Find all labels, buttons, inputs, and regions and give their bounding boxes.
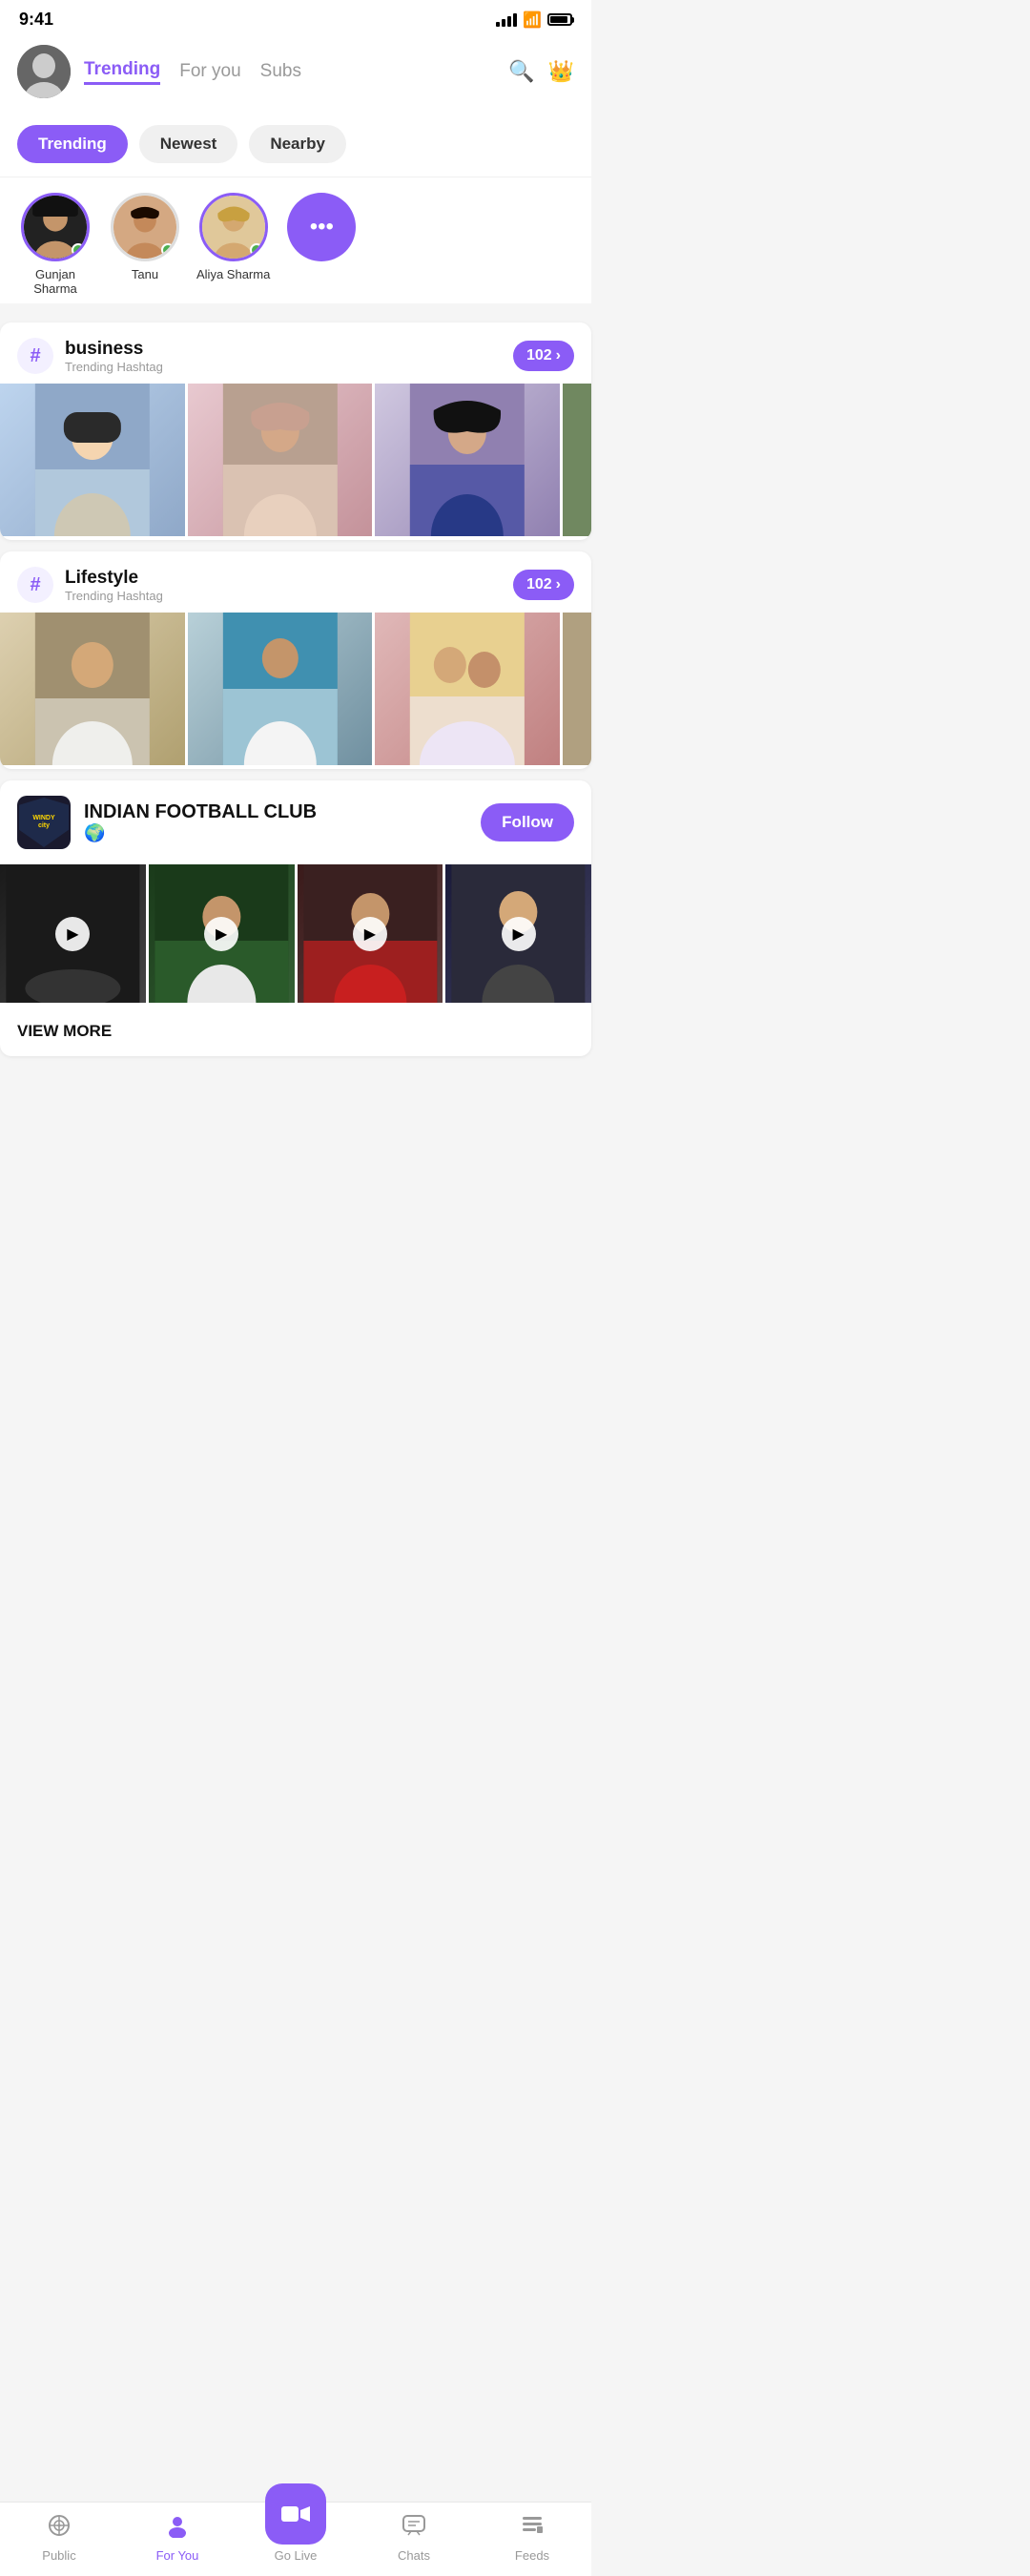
nav-item-feeds[interactable]: Feeds bbox=[473, 2513, 591, 2563]
play-button[interactable]: ▶ bbox=[502, 917, 536, 951]
go-live-button[interactable] bbox=[265, 2483, 326, 2545]
avatar[interactable] bbox=[17, 45, 71, 98]
battery-icon bbox=[547, 13, 572, 26]
story-more[interactable]: ••• More bbox=[287, 193, 356, 281]
club-card: WINDYcity INDIAN FOOTBALL CLUB 🌍 Follow … bbox=[0, 780, 591, 1056]
club-shield: WINDYcity bbox=[19, 798, 69, 847]
story-item[interactable]: Gunjan Sharma bbox=[17, 193, 93, 296]
play-button[interactable]: ▶ bbox=[353, 917, 387, 951]
crown-icon[interactable]: 👑 bbox=[548, 59, 574, 84]
public-icon bbox=[47, 2513, 72, 2545]
wifi-icon: 📶 bbox=[523, 10, 542, 30]
story-name: Tanu bbox=[132, 267, 158, 281]
header-icons: 🔍 👑 bbox=[508, 59, 574, 84]
club-logo-text: WINDYcity bbox=[32, 815, 54, 829]
bottom-nav: Public For You Go Live Cha bbox=[0, 2502, 591, 2576]
image-thumb[interactable] bbox=[375, 613, 560, 765]
status-icons: 📶 bbox=[496, 10, 572, 30]
count-badge[interactable]: 102 › bbox=[513, 570, 574, 600]
section-subtitle: Trending Hashtag bbox=[65, 589, 163, 603]
signal-icon bbox=[496, 13, 517, 27]
nav-item-chats[interactable]: Chats bbox=[355, 2513, 473, 2563]
story-item[interactable]: Aliya Sharma bbox=[196, 193, 270, 281]
count-badge[interactable]: 102 › bbox=[513, 341, 574, 371]
image-thumb[interactable] bbox=[563, 384, 591, 536]
section-info: Lifestyle Trending Hashtag bbox=[65, 568, 163, 603]
status-time: 9:41 bbox=[19, 10, 53, 30]
online-indicator bbox=[250, 243, 263, 257]
play-button[interactable]: ▶ bbox=[204, 917, 238, 951]
hashtag-icon: # bbox=[17, 338, 53, 374]
filter-trending[interactable]: Trending bbox=[17, 125, 128, 163]
image-row bbox=[0, 384, 591, 540]
online-indicator bbox=[72, 243, 85, 257]
section-subtitle: Trending Hashtag bbox=[65, 360, 163, 374]
section-header: # business Trending Hashtag 102 › bbox=[0, 322, 591, 384]
club-videos: ▶ ▶ ▶ bbox=[0, 864, 591, 1007]
club-name: INDIAN FOOTBALL CLUB bbox=[84, 801, 467, 823]
count-number: 102 bbox=[526, 347, 552, 364]
chevron-right-icon: › bbox=[556, 576, 561, 593]
more-button[interactable]: ••• bbox=[287, 193, 356, 261]
nav-tabs: Trending For you Subs bbox=[84, 59, 495, 85]
status-bar: 9:41 📶 bbox=[0, 0, 591, 35]
nav-label-public: Public bbox=[42, 2548, 75, 2563]
hashtag-icon: # bbox=[17, 567, 53, 603]
video-thumb[interactable]: ▶ bbox=[445, 864, 591, 1003]
chats-icon bbox=[402, 2513, 426, 2545]
follow-button[interactable]: Follow bbox=[481, 803, 574, 841]
video-thumb[interactable]: ▶ bbox=[149, 864, 295, 1003]
club-info: INDIAN FOOTBALL CLUB 🌍 bbox=[84, 801, 467, 843]
story-name: Gunjan Sharma bbox=[17, 267, 93, 296]
story-avatar-aliya[interactable] bbox=[199, 193, 268, 261]
nav-label-chats: Chats bbox=[398, 2548, 430, 2563]
image-thumb[interactable] bbox=[188, 613, 373, 765]
story-avatar-gunjan[interactable] bbox=[21, 193, 90, 261]
nav-label-feeds: Feeds bbox=[515, 2548, 549, 2563]
video-thumb[interactable]: ▶ bbox=[0, 864, 146, 1003]
story-item[interactable]: Tanu bbox=[111, 193, 179, 281]
image-thumb[interactable] bbox=[188, 384, 373, 536]
tab-for-you[interactable]: For you bbox=[179, 61, 240, 82]
story-avatar-tanu[interactable] bbox=[111, 193, 179, 261]
nav-label-for-you: For You bbox=[156, 2548, 199, 2563]
image-thumb[interactable] bbox=[0, 384, 185, 536]
image-thumb[interactable] bbox=[375, 384, 560, 536]
search-icon[interactable]: 🔍 bbox=[508, 59, 534, 84]
tab-trending[interactable]: Trending bbox=[84, 59, 160, 85]
story-name: Aliya Sharma bbox=[196, 267, 270, 281]
hashtag-card-lifestyle: # Lifestyle Trending Hashtag 102 › bbox=[0, 551, 591, 769]
nav-item-go-live[interactable]: Go Live bbox=[237, 2503, 355, 2563]
main-content: # business Trending Hashtag 102 › bbox=[0, 313, 591, 1153]
filter-bar: Trending Newest Nearby bbox=[0, 112, 591, 177]
image-row bbox=[0, 613, 591, 769]
nav-item-public[interactable]: Public bbox=[0, 2513, 118, 2563]
play-button[interactable]: ▶ bbox=[55, 917, 90, 951]
video-thumb[interactable]: ▶ bbox=[298, 864, 443, 1003]
view-more-button[interactable]: VIEW MORE bbox=[0, 1007, 591, 1056]
club-logo: WINDYcity bbox=[17, 796, 71, 849]
count-number: 102 bbox=[526, 576, 552, 593]
tab-subs[interactable]: Subs bbox=[260, 61, 301, 82]
section-header: # Lifestyle Trending Hashtag 102 › bbox=[0, 551, 591, 613]
feeds-icon bbox=[520, 2513, 545, 2545]
club-globe-icon: 🌍 bbox=[84, 823, 467, 843]
online-indicator bbox=[161, 243, 175, 257]
image-thumb[interactable] bbox=[0, 613, 185, 765]
header: Trending For you Subs 🔍 👑 bbox=[0, 35, 591, 112]
stories-section: Gunjan Sharma Tanu bbox=[0, 177, 591, 303]
image-thumb[interactable] bbox=[563, 613, 591, 765]
section-title: business bbox=[65, 339, 163, 360]
hashtag-card-business: # business Trending Hashtag 102 › bbox=[0, 322, 591, 540]
club-header: WINDYcity INDIAN FOOTBALL CLUB 🌍 Follow bbox=[0, 780, 591, 864]
section-title: Lifestyle bbox=[65, 568, 163, 589]
nav-item-for-you[interactable]: For You bbox=[118, 2513, 237, 2563]
chevron-right-icon: › bbox=[556, 347, 561, 364]
filter-newest[interactable]: Newest bbox=[139, 125, 238, 163]
filter-nearby[interactable]: Nearby bbox=[249, 125, 346, 163]
for-you-icon bbox=[165, 2513, 190, 2545]
nav-label-go-live: Go Live bbox=[275, 2548, 318, 2563]
section-info: business Trending Hashtag bbox=[65, 339, 163, 374]
